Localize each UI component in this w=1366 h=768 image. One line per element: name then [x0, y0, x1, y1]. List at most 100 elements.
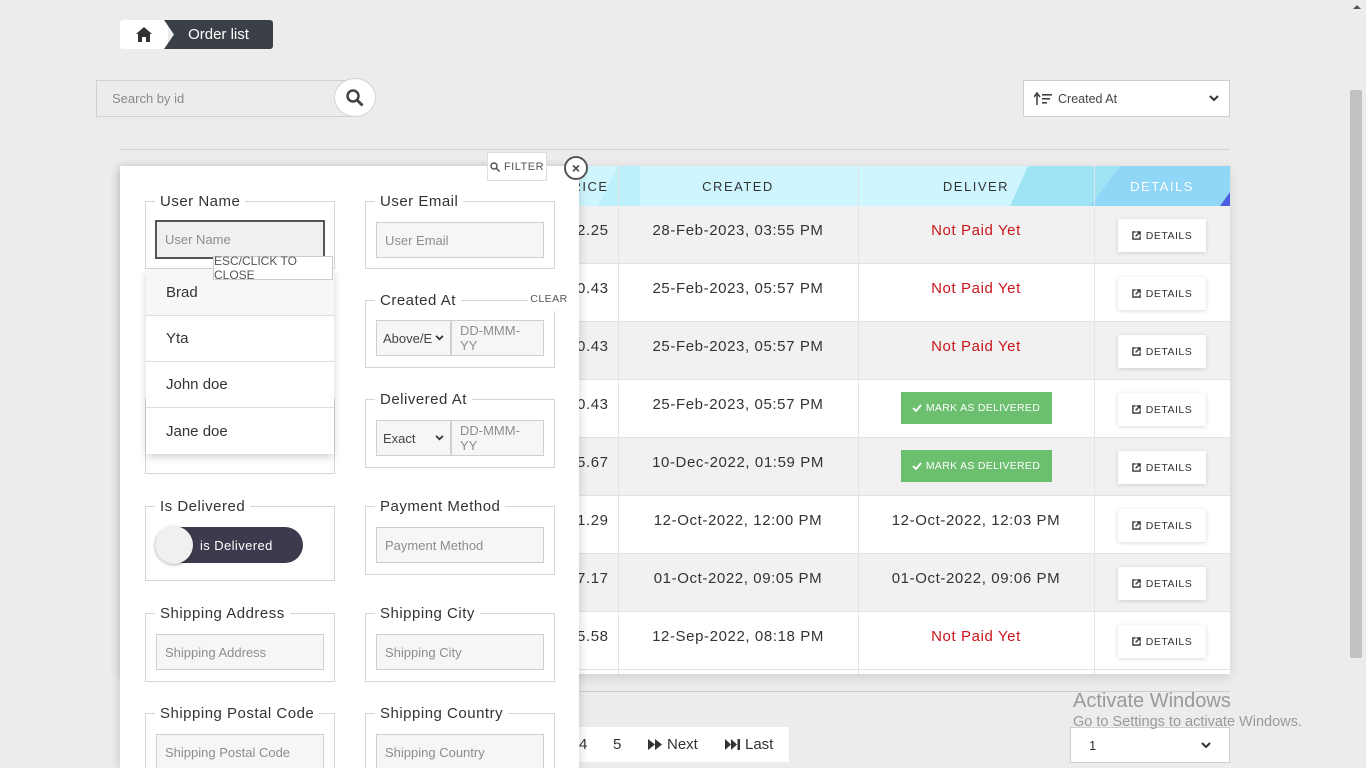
details-button[interactable]: DETAILS	[1118, 567, 1206, 600]
deliver-cell: MARK AS DELIVERED	[858, 438, 1094, 496]
close-filter-button[interactable]: ×	[564, 156, 588, 180]
search-button[interactable]	[334, 78, 376, 117]
details-cell: DETAILS	[1094, 206, 1230, 264]
mark-delivered-button[interactable]: MARK AS DELIVERED	[900, 450, 1052, 482]
last-link[interactable]: Last	[725, 736, 773, 753]
deliver-cell: Not Paid Yet	[858, 206, 1094, 264]
external-link-icon	[1131, 637, 1141, 646]
activation-watermark-title: Activate Windows	[1073, 690, 1231, 712]
skip-end-icon	[725, 739, 740, 750]
filter-button[interactable]: FILTER	[487, 152, 547, 181]
fast-forward-icon	[648, 739, 662, 750]
created-cell: 10-Dec-2022, 01:59 PM	[652, 454, 824, 471]
page-5-link[interactable]: 5	[613, 736, 621, 753]
divider	[120, 149, 1230, 150]
user-email-placeholder: User Email	[385, 232, 449, 248]
scrollbar-thumb[interactable]	[1350, 90, 1362, 658]
header-created: CREATED	[702, 178, 774, 194]
user-name-legend: User Name	[155, 193, 246, 210]
details-button[interactable]: DETAILS	[1118, 277, 1206, 310]
toggle-knob[interactable]	[155, 526, 193, 564]
shipping-address-legend: Shipping Address	[155, 605, 290, 622]
created-at-date-placeholder: DD-MMM-YY	[460, 323, 520, 353]
next-label: Next	[667, 736, 698, 753]
scroll-up-icon[interactable]	[1350, 0, 1364, 14]
user-email-input[interactable]: User Email	[376, 222, 544, 258]
chevron-down-icon	[435, 335, 444, 341]
chevron-down-icon	[1209, 95, 1219, 102]
created-cell: 25-Feb-2023, 05:57 PM	[652, 396, 824, 413]
deliver-status: Not Paid Yet	[931, 222, 1021, 239]
delivered-at-date-input[interactable]: DD-MMM-YY	[451, 420, 544, 456]
search-icon	[490, 161, 500, 172]
header-deliver: DELIVER	[942, 178, 1010, 194]
deliver-cell: 01-Oct-2022, 09:06 PM	[858, 554, 1094, 612]
close-icon: ×	[571, 160, 581, 176]
last-label: Last	[745, 736, 774, 753]
details-cell: DETAILS	[1094, 554, 1230, 612]
activation-watermark-subtitle: Go to Settings to activate Windows.	[1073, 714, 1302, 730]
shipping-country-input[interactable]: Shipping Country	[376, 734, 544, 768]
clear-button[interactable]: CLEAR	[528, 287, 570, 311]
check-icon	[912, 404, 922, 412]
sort-select[interactable]: Created At	[1023, 80, 1230, 117]
breadcrumb-current: Order list	[164, 20, 273, 49]
deliver-cell: 12-Oct-2022, 12:03 PM	[858, 496, 1094, 554]
user-name-placeholder: User Name	[165, 232, 231, 247]
deliver-status: Not Paid Yet	[931, 280, 1021, 297]
page-4-link[interactable]: 4	[579, 736, 587, 753]
details-button[interactable]: DETAILS	[1118, 625, 1206, 658]
next-link[interactable]: Next	[648, 736, 698, 753]
details-button[interactable]: DETAILS	[1118, 219, 1206, 252]
details-label: DETAILS	[1145, 519, 1193, 532]
search-input[interactable]	[96, 80, 354, 117]
payment-method-legend: Payment Method	[375, 498, 506, 515]
created-at-date-input[interactable]: DD-MMM-YY	[451, 320, 544, 356]
details-label: DETAILS	[1145, 229, 1193, 242]
created-at-mode-select[interactable]: Above/E	[376, 320, 451, 356]
suggestion-item[interactable]: John doe	[146, 362, 334, 408]
chevron-down-icon	[435, 435, 444, 441]
details-label: DETAILS	[1145, 635, 1193, 648]
details-cell: DETAILS	[1094, 438, 1230, 496]
details-cell: DETAILS	[1094, 264, 1230, 322]
user-name-suggestions: Brad Yta John doe Jane doe	[146, 270, 334, 454]
details-label: DETAILS	[1145, 403, 1193, 416]
created-cell: 25-Feb-2023, 05:57 PM	[652, 338, 824, 355]
external-link-icon	[1131, 521, 1141, 530]
deliver-cell: Not Paid Yet	[858, 264, 1094, 322]
search-icon	[346, 88, 364, 107]
shipping-city-input[interactable]: Shipping City	[376, 634, 544, 670]
external-link-icon	[1131, 347, 1141, 356]
details-button[interactable]: DETAILS	[1118, 509, 1206, 542]
breadcrumb-home[interactable]	[120, 20, 168, 49]
delivered-at-mode-select[interactable]: Exact	[376, 420, 451, 456]
details-cell: DETAILS	[1094, 612, 1230, 670]
shipping-city-legend: Shipping City	[375, 605, 480, 622]
home-icon	[136, 27, 152, 42]
filter-panel: User Name User Name User Email User Emai…	[120, 166, 579, 768]
external-link-icon	[1131, 463, 1141, 472]
payment-method-input[interactable]: Payment Method	[376, 527, 544, 563]
delivered-date: 12-Oct-2022, 12:03 PM	[891, 512, 1061, 529]
deliver-cell: Not Paid Yet	[858, 322, 1094, 380]
suggestion-item[interactable]: Jane doe	[146, 408, 334, 454]
details-button[interactable]: DETAILS	[1118, 451, 1206, 484]
shipping-postal-code-input[interactable]: Shipping Postal Code	[156, 734, 324, 768]
check-icon	[912, 462, 922, 470]
per-page-select[interactable]: 1	[1070, 727, 1230, 763]
external-link-icon	[1131, 405, 1141, 414]
details-label: DETAILS	[1145, 461, 1193, 474]
esc-close-hint[interactable]: ESC/CLICK TO CLOSE	[213, 254, 333, 282]
shipping-country-placeholder: Shipping Country	[385, 744, 485, 760]
details-button[interactable]: DETAILS	[1118, 335, 1206, 368]
details-cell: DETAILS	[1094, 496, 1230, 554]
mark-delivered-button[interactable]: MARK AS DELIVERED	[900, 392, 1052, 424]
created-cell: 25-Feb-2023, 05:57 PM	[652, 280, 824, 297]
shipping-address-input[interactable]: Shipping Address	[156, 634, 324, 670]
shipping-postal-code-legend: Shipping Postal Code	[155, 705, 320, 722]
details-button[interactable]: DETAILS	[1118, 393, 1206, 426]
details-label: DETAILS	[1145, 577, 1193, 590]
sort-label: Created At	[1058, 91, 1118, 106]
suggestion-item[interactable]: Yta	[146, 316, 334, 362]
